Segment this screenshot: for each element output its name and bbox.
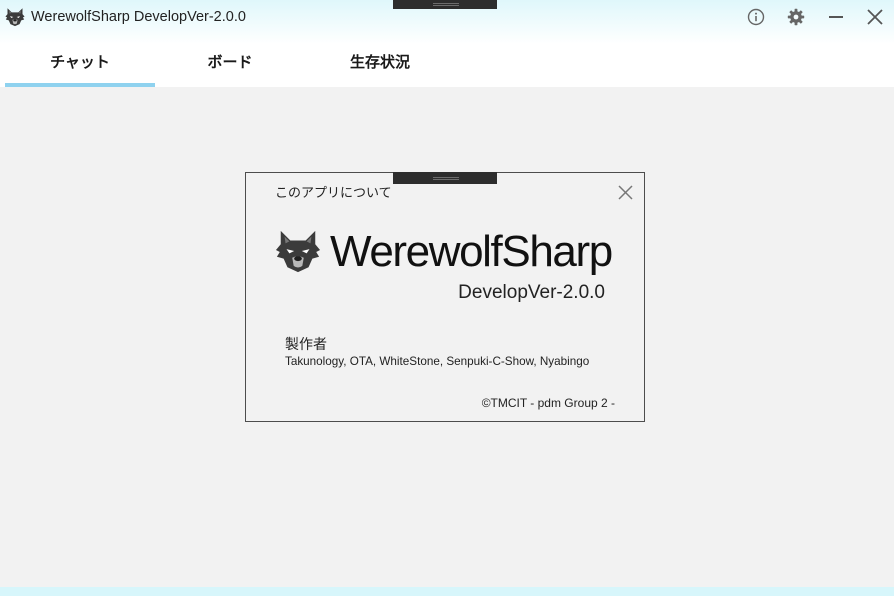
settings-button[interactable] <box>787 8 805 26</box>
credits-list: Takunology, OTA, WhiteStone, Senpuki-C-S… <box>285 355 590 368</box>
minimize-button[interactable] <box>827 8 845 26</box>
info-button[interactable] <box>747 8 765 26</box>
app-version: DevelopVer-2.0.0 <box>458 282 605 303</box>
dialog-title: このアプリについて <box>275 185 392 200</box>
minimize-icon <box>827 8 845 26</box>
tab-survival-status[interactable]: 生存状況 <box>305 40 455 87</box>
credits-label: 製作者 <box>285 336 327 352</box>
wolf-icon <box>275 228 321 274</box>
info-icon <box>747 8 765 26</box>
copyright-text: ©TMCIT - pdm Group 2 - <box>481 396 615 410</box>
about-dialog: このアプリについて WerewolfSharp DevelopVer-2.0.0… <box>245 172 645 422</box>
close-icon <box>866 8 884 26</box>
close-icon <box>617 184 634 201</box>
tab-label: チャット <box>50 54 110 71</box>
tab-label: 生存状況 <box>349 54 410 71</box>
dialog-drag-handle[interactable] <box>393 172 497 184</box>
footer-strip <box>0 587 894 596</box>
tab-label: ボード <box>207 54 253 71</box>
close-window-button[interactable] <box>866 8 884 26</box>
window-title: WerewolfSharp DevelopVer-2.0.0 <box>31 9 246 25</box>
header: WerewolfSharp DevelopVer-2.0.0 チャット ボード … <box>0 0 894 87</box>
gear-icon <box>787 8 805 26</box>
app-name: WerewolfSharp <box>330 227 613 276</box>
tab-chat[interactable]: チャット <box>5 40 155 87</box>
tab-bar: チャット ボード 生存状況 <box>5 40 455 87</box>
drag-handle[interactable] <box>393 0 497 9</box>
wolf-icon <box>5 7 25 27</box>
dialog-close-button[interactable] <box>617 184 634 201</box>
tab-board[interactable]: ボード <box>155 40 305 87</box>
